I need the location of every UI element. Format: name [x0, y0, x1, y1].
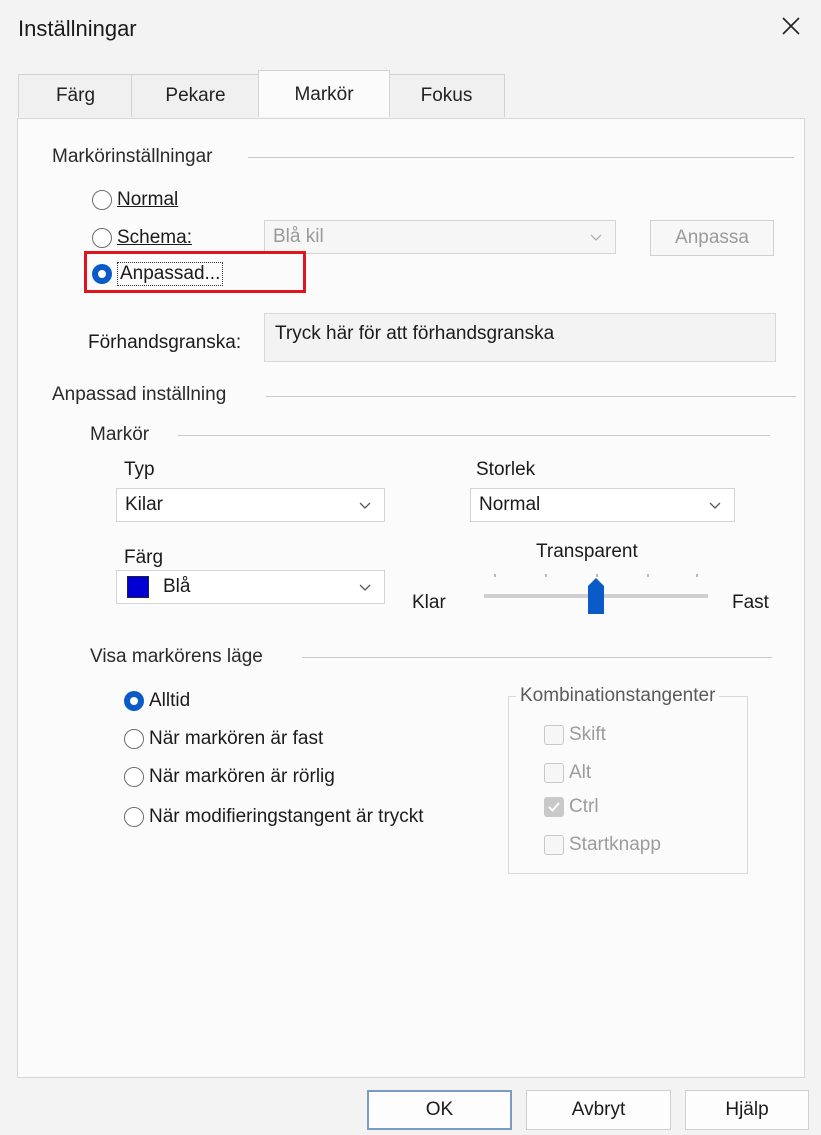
- cursor-settings-group-label: Markörinställningar: [52, 146, 221, 168]
- radio-custom-label: Anpassad...: [117, 262, 224, 286]
- checkbox-shift-box: [544, 725, 564, 745]
- close-icon: [782, 17, 800, 35]
- size-label: Storlek: [476, 459, 536, 480]
- checkbox-ctrl-label: Ctrl: [569, 796, 599, 817]
- window-title: Inställningar: [18, 16, 137, 41]
- scheme-dropdown[interactable]: Blå kil: [264, 220, 616, 254]
- divider: [178, 435, 770, 436]
- size-dropdown-value: Normal: [479, 494, 541, 515]
- chevron-down-icon: [359, 584, 371, 591]
- radio-custom-indicator: [92, 264, 112, 284]
- close-button[interactable]: [773, 8, 809, 44]
- transparent-right-label: Fast: [732, 592, 769, 613]
- tab-cursor[interactable]: Markör: [258, 70, 390, 117]
- radio-always[interactable]: Alltid: [124, 690, 190, 712]
- checkbox-alt[interactable]: Alt: [544, 762, 591, 784]
- color-swatch: [127, 576, 149, 598]
- type-label: Typ: [124, 459, 155, 480]
- tab-pointer[interactable]: Pekare: [131, 74, 260, 117]
- checkbox-alt-box: [544, 763, 564, 783]
- checkbox-shift-label: Skift: [569, 724, 606, 745]
- radio-when-moving-label: När markören är rörlig: [149, 766, 335, 787]
- chevron-down-icon: [359, 502, 371, 509]
- radio-custom[interactable]: Anpassad...: [92, 262, 224, 286]
- checkbox-start-label: Startknapp: [569, 834, 661, 855]
- customize-button[interactable]: Anpassa: [650, 220, 774, 256]
- checkbox-ctrl-box: [544, 797, 564, 817]
- radio-when-modifier-indicator: [124, 807, 144, 827]
- color-dropdown-value: Blå: [163, 576, 191, 597]
- tab-bar: Färg Pekare Markör Fokus: [18, 70, 803, 118]
- radio-normal-indicator: [92, 190, 112, 210]
- radio-when-fixed-label: När markören är fast: [149, 728, 324, 749]
- divider: [266, 396, 796, 397]
- radio-when-moving[interactable]: När markören är rörlig: [124, 766, 335, 788]
- radio-when-modifier[interactable]: När modifieringstangent är tryckt: [124, 806, 424, 828]
- size-dropdown[interactable]: Normal: [470, 488, 735, 522]
- radio-normal-label: Normal: [117, 189, 179, 210]
- type-dropdown-value: Kilar: [125, 494, 164, 515]
- divider: [248, 157, 794, 158]
- tab-color[interactable]: Färg: [18, 74, 133, 117]
- radio-when-modifier-label: När modifieringstangent är tryckt: [149, 806, 424, 827]
- tab-focus[interactable]: Fokus: [388, 74, 505, 117]
- radio-always-indicator: [124, 691, 144, 711]
- radio-normal[interactable]: Normal: [92, 189, 178, 211]
- transparent-left-label: Klar: [412, 592, 446, 613]
- checkbox-ctrl[interactable]: Ctrl: [544, 796, 599, 818]
- chevron-down-icon: [590, 234, 602, 241]
- color-dropdown[interactable]: Blå: [116, 570, 385, 604]
- checkbox-alt-label: Alt: [569, 762, 592, 783]
- preview-label: Förhandsgranska:: [88, 332, 242, 353]
- checkmark-icon: [548, 802, 560, 812]
- preview-box[interactable]: Tryck här för att förhandsgranska: [264, 313, 776, 362]
- checkbox-start[interactable]: Startknapp: [544, 834, 661, 856]
- scheme-dropdown-value: Blå kil: [273, 226, 324, 247]
- modifier-keys-group-label: Kombinationstangenter: [516, 685, 720, 707]
- ok-button[interactable]: OK: [367, 1090, 512, 1130]
- transparency-slider[interactable]: [484, 570, 708, 614]
- radio-when-moving-indicator: [124, 767, 144, 787]
- checkbox-shift[interactable]: Skift: [544, 724, 606, 746]
- radio-when-fixed-indicator: [124, 729, 144, 749]
- show-location-group-label: Visa markörens läge: [90, 646, 271, 668]
- custom-setting-group-label: Anpassad inställning: [52, 384, 235, 406]
- radio-scheme-label: Schema:: [117, 227, 192, 248]
- radio-scheme-indicator: [92, 228, 112, 248]
- type-dropdown[interactable]: Kilar: [116, 488, 385, 522]
- preview-text: Tryck här för att förhandsgranska: [275, 323, 555, 344]
- radio-scheme[interactable]: Schema:: [92, 227, 192, 249]
- cursor-group-label: Markör: [90, 424, 158, 446]
- radio-when-fixed[interactable]: När markören är fast: [124, 728, 323, 750]
- radio-always-label: Alltid: [149, 690, 191, 711]
- divider: [302, 657, 772, 658]
- color-label: Färg: [124, 547, 164, 568]
- chevron-down-icon: [709, 502, 721, 509]
- checkbox-start-box: [544, 835, 564, 855]
- help-button[interactable]: Hjälp: [685, 1090, 809, 1130]
- transparent-label: Transparent: [536, 541, 638, 562]
- slider-thumb[interactable]: [586, 576, 606, 616]
- cancel-button[interactable]: Avbryt: [526, 1090, 671, 1130]
